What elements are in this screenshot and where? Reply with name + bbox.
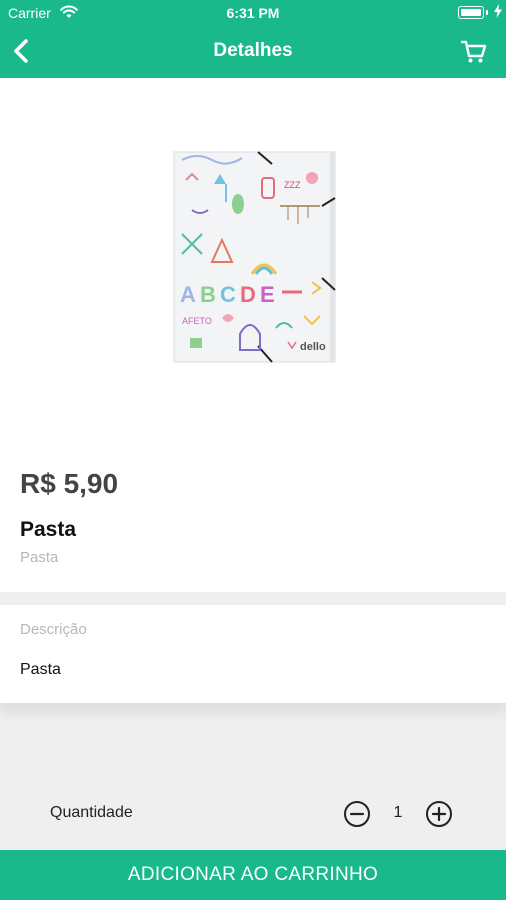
charging-icon [494, 4, 502, 18]
cart-button[interactable] [460, 38, 488, 66]
folder-illustration: ZZZ A B C D E AFETO dello [173, 151, 336, 363]
top-bar: Carrier 6:31 PM Detalhes [0, 0, 506, 78]
svg-text:B: B [200, 282, 216, 307]
minus-circle-icon [344, 801, 370, 827]
description-text: Pasta [20, 661, 61, 678]
brand-text: dello [300, 341, 326, 353]
description-label: Descrição [20, 621, 87, 638]
svg-text:C: C [220, 282, 236, 307]
page-title: Detalhes [213, 40, 293, 61]
svg-text:AFETO: AFETO [182, 316, 212, 326]
description-card: Descrição Pasta [0, 605, 506, 703]
product-image: ZZZ A B C D E AFETO dello [172, 150, 337, 364]
status-bar: Carrier 6:31 PM [0, 0, 506, 28]
quantity-value: 1 [393, 804, 403, 821]
svg-text:A: A [180, 282, 196, 307]
decrease-quantity-button[interactable] [343, 800, 371, 828]
product-name: Pasta [20, 518, 77, 541]
svg-text:D: D [240, 282, 256, 307]
status-time: 6:31 PM [226, 5, 280, 21]
battery-cap [486, 10, 488, 15]
quantity-label: Quantidade [50, 804, 133, 821]
product-card: ZZZ A B C D E AFETO dello R$ 5,90 Pasta … [0, 78, 506, 592]
product-price: R$ 5,90 [20, 468, 119, 499]
quantity-row: Quantidade 1 [0, 790, 506, 838]
navigation-bar: Detalhes [0, 28, 506, 78]
svg-text:ZZZ: ZZZ [284, 180, 301, 190]
plus-circle-icon [426, 801, 452, 827]
svg-text:E: E [260, 282, 275, 307]
increase-quantity-button[interactable] [425, 800, 453, 828]
add-to-cart-button[interactable]: ADICIONAR AO CARRINHO [0, 850, 506, 900]
product-category: Pasta [20, 549, 59, 566]
cart-icon [461, 40, 487, 63]
battery-icon [458, 6, 484, 19]
